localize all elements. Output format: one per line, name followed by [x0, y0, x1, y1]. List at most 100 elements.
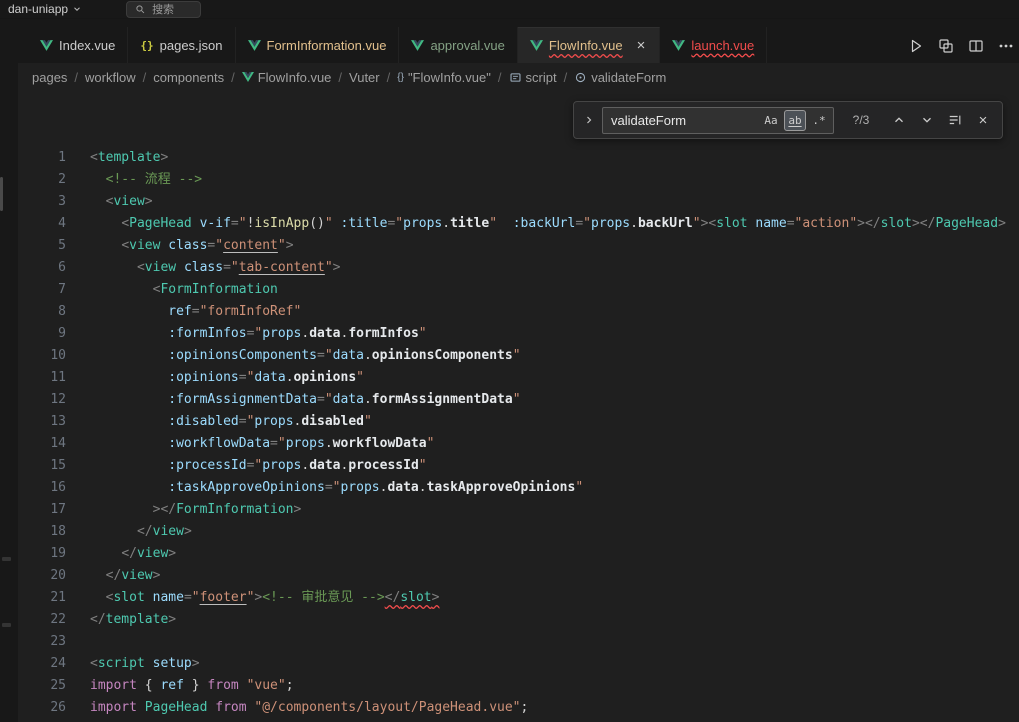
tab-label: FormInformation.vue: [267, 38, 387, 53]
breadcrumb-item-label: workflow: [85, 70, 136, 85]
code-line[interactable]: 10 :opinionsComponents="data.opinionsCom…: [18, 345, 1019, 367]
code-line[interactable]: 5 <view class="content">: [18, 235, 1019, 257]
find-in-selection-button[interactable]: [944, 109, 966, 131]
code-line[interactable]: 17 ></FormInformation>: [18, 499, 1019, 521]
line-number: 23: [18, 631, 66, 653]
code-line[interactable]: 20 </view>: [18, 565, 1019, 587]
tab-close-icon[interactable]: ×: [635, 37, 648, 54]
vue-icon: [672, 40, 685, 51]
code-line[interactable]: 22</template>: [18, 609, 1019, 631]
line-number: 22: [18, 609, 66, 631]
editor-actions: [897, 37, 1019, 63]
code-line[interactable]: 9 :formInfos="props.data.formInfos": [18, 323, 1019, 345]
line-number: 3: [18, 191, 66, 213]
code-line[interactable]: 24<script setup>: [18, 653, 1019, 675]
breadcrumb-item-label: components: [153, 70, 224, 85]
breadcrumb-separator: /: [231, 70, 235, 85]
more-actions-icon: [998, 38, 1014, 54]
chevron-down-icon: [920, 113, 934, 127]
previous-match-button[interactable]: [888, 109, 910, 131]
whole-word-toggle[interactable]: ab: [784, 110, 806, 131]
breadcrumb-item-label: "FlowInfo.vue": [408, 70, 491, 85]
code-line[interactable]: 4 <PageHead v-if="!isInApp()" :title="pr…: [18, 213, 1019, 235]
line-number: 12: [18, 389, 66, 411]
line-number: 19: [18, 543, 66, 565]
next-match-button[interactable]: [916, 109, 938, 131]
line-number: 4: [18, 213, 66, 235]
code-line[interactable]: 12 :formAssignmentData="data.formAssignm…: [18, 389, 1019, 411]
code-line[interactable]: 15 :processId="props.data.processId": [18, 455, 1019, 477]
line-number: 2: [18, 169, 66, 191]
code-line[interactable]: 26import PageHead from "@/components/lay…: [18, 697, 1019, 719]
breadcrumb-item[interactable]: workflow: [85, 70, 136, 85]
code-line[interactable]: 16 :taskApproveOpinions="props.data.task…: [18, 477, 1019, 499]
line-number: 15: [18, 455, 66, 477]
breadcrumb-item[interactable]: {}"FlowInfo.vue": [397, 70, 491, 85]
code-line[interactable]: 19 </view>: [18, 543, 1019, 565]
breadcrumb-item[interactable]: validateForm: [574, 70, 666, 85]
code-line[interactable]: 11 :opinions="data.opinions": [18, 367, 1019, 389]
code-line[interactable]: 3 <view>: [18, 191, 1019, 213]
line-number: 25: [18, 675, 66, 697]
vue-icon: [530, 40, 543, 51]
tab-index-vue[interactable]: Index.vue: [28, 27, 128, 63]
line-number: 14: [18, 433, 66, 455]
toggle-replace-button[interactable]: [582, 114, 596, 126]
code-line[interactable]: 6 <view class="tab-content">: [18, 257, 1019, 279]
line-number: 1: [18, 147, 66, 169]
search-label: 搜索: [152, 1, 174, 17]
code-line[interactable]: 14 :workflowData="props.workflowData": [18, 433, 1019, 455]
chevron-down-icon: [72, 4, 82, 14]
code-line[interactable]: 2 <!-- 流程 -->: [18, 169, 1019, 191]
breadcrumb-item-label: pages: [32, 70, 67, 85]
breadcrumb-item[interactable]: FlowInfo.vue: [242, 70, 332, 85]
find-widget: Aaab.* ?/3 ×: [573, 101, 1003, 139]
regex-toggle[interactable]: .*: [808, 110, 830, 131]
line-number: 8: [18, 301, 66, 323]
breadcrumb-item[interactable]: script: [509, 70, 557, 85]
code-line[interactable]: 7 <FormInformation: [18, 279, 1019, 301]
code-line[interactable]: 8 ref="formInfoRef": [18, 301, 1019, 323]
tab-approval-vue[interactable]: approval.vue: [399, 27, 517, 63]
code-line[interactable]: 18 </view>: [18, 521, 1019, 543]
split-editor-icon: [968, 38, 984, 54]
line-number: 16: [18, 477, 66, 499]
open-changes-button[interactable]: [937, 37, 955, 55]
match-case-toggle[interactable]: Aa: [760, 110, 782, 131]
tab-label: Index.vue: [59, 38, 115, 53]
breadcrumb-item[interactable]: pages: [32, 70, 67, 85]
tab-flowinfo-vue[interactable]: FlowInfo.vue×: [518, 27, 660, 63]
tab-pages-json[interactable]: {}pages.json: [128, 27, 235, 63]
json-icon: {}: [140, 39, 153, 52]
workspace-menu[interactable]: dan-uniapp: [0, 2, 92, 16]
breadcrumb-item[interactable]: Vuter: [349, 70, 380, 85]
sidebar-scrollbar[interactable]: [0, 177, 3, 211]
run-button[interactable]: [907, 37, 925, 55]
command-center-search[interactable]: 搜索: [126, 1, 201, 18]
breadcrumb-item-label: Vuter: [349, 70, 380, 85]
tab-forminformation-vue[interactable]: FormInformation.vue: [236, 27, 400, 63]
split-editor-button[interactable]: [967, 37, 985, 55]
code-line[interactable]: 1<template>: [18, 147, 1019, 169]
code-line[interactable]: 23: [18, 631, 1019, 653]
close-find-button[interactable]: ×: [972, 109, 994, 131]
breadcrumb-item[interactable]: components: [153, 70, 224, 85]
tab-launch-vue[interactable]: launch.vue: [660, 27, 767, 63]
line-number: 5: [18, 235, 66, 257]
find-options: Aaab.*: [760, 110, 830, 131]
open-changes-icon: [938, 38, 954, 54]
tab-label: approval.vue: [430, 38, 504, 53]
code-line[interactable]: 21 <slot name="footer"><!-- 审批意见 --></sl…: [18, 587, 1019, 609]
more-actions-button[interactable]: [997, 37, 1015, 55]
play-icon: [908, 38, 924, 54]
code-line[interactable]: 25import { ref } from "vue";: [18, 675, 1019, 697]
breadcrumb-separator: /: [387, 70, 391, 85]
symbol-function-icon: [574, 71, 587, 84]
code-line[interactable]: 13 :disabled="props.disabled": [18, 411, 1019, 433]
vue-icon: [411, 40, 424, 51]
tab-label: launch.vue: [691, 38, 754, 53]
vue-icon: [40, 40, 53, 51]
breadcrumb-item-label: validateForm: [591, 70, 666, 85]
symbol-module-icon: [509, 71, 522, 84]
workspace-name: dan-uniapp: [8, 2, 68, 16]
